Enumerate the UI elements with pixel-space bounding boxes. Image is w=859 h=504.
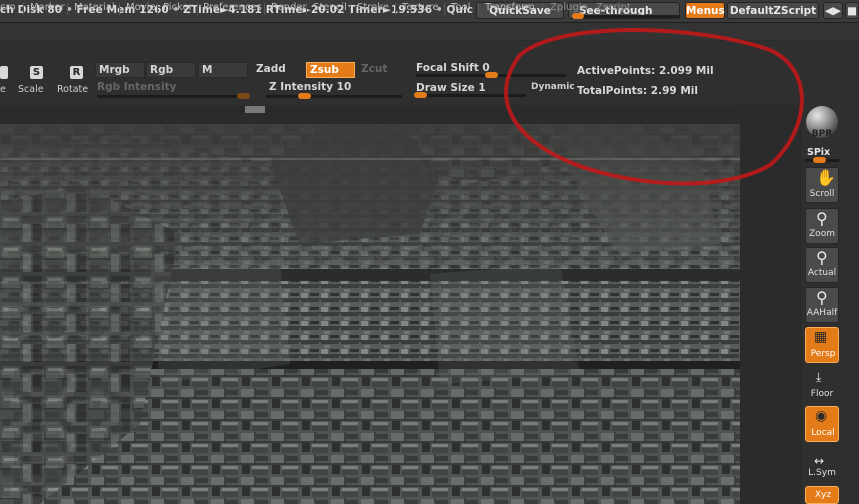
see-through-knob[interactable] (572, 13, 584, 19)
menu-divider (350, 3, 351, 15)
canvas-viewport[interactable] (0, 124, 740, 504)
m-toggle[interactable]: M (198, 62, 248, 78)
zoom-label: Zoom (809, 229, 835, 239)
local-pivot-icon: ◉ (815, 408, 828, 424)
total-points-readout: TotalPoints: 2.99 Mil (577, 85, 699, 97)
menu-divider (543, 3, 544, 15)
focal-shift-knob[interactable] (485, 72, 498, 78)
focal-shift-label: Focal Shift (416, 62, 479, 74)
zcut-toggle[interactable]: Zcut (361, 63, 387, 75)
rgb-intensity-slider[interactable]: Rgb Intensity (97, 81, 176, 93)
window-toggle-button[interactable]: ■ (845, 2, 859, 19)
menu-divider (67, 3, 68, 15)
menu-item-tool[interactable]: Tool (451, 2, 470, 13)
menu-divider (264, 3, 265, 15)
menu-item-preferences[interactable]: Preferences (203, 2, 262, 13)
menu-divider (157, 3, 158, 15)
perspective-grid-icon: ▦ (814, 329, 828, 345)
window-icon: ■ (847, 5, 857, 17)
menus-button[interactable]: Menus (685, 2, 725, 19)
scroll-label: Scroll (809, 189, 835, 199)
move-tool-icon[interactable] (0, 66, 8, 79)
menu-bar (0, 23, 859, 40)
aahalf-label: AAHalf (806, 308, 838, 318)
greeble-surface (0, 124, 740, 504)
menu-divider (306, 3, 307, 15)
xyz-label: Xyz (814, 490, 832, 500)
z-intensity-value: 10 (336, 81, 352, 93)
perspective-toggle[interactable]: ▦ Persp (805, 327, 839, 363)
rotate-tool-label: Rotate (57, 84, 89, 95)
default-zscript-button[interactable]: DefaultZScript (727, 2, 819, 19)
zsub-toggle[interactable]: Zsub (306, 62, 355, 78)
menu-divider (478, 3, 479, 15)
menu-divider (23, 3, 24, 15)
menu-item-picker[interactable]: Picker (163, 2, 193, 13)
menu-item-transform[interactable]: Transform (485, 2, 535, 13)
mrgb-toggle[interactable]: Mrgb (95, 62, 145, 78)
symmetry-arrows-icon: ↔ (814, 454, 825, 468)
magnifier-icon: ⚲ (816, 209, 828, 228)
persp-label: Persp (810, 349, 836, 359)
actual-label: Actual (807, 268, 837, 278)
rgb-toggle[interactable]: Rgb (146, 62, 196, 78)
menu-item-zplugin[interactable]: Zplugin (550, 2, 588, 13)
menu-divider (444, 3, 445, 15)
zadd-toggle[interactable]: Zadd (256, 63, 286, 75)
draw-size-track[interactable] (416, 94, 526, 97)
draw-size-value: 1 (478, 82, 486, 94)
menu-item-stroke[interactable]: Stroke (357, 2, 389, 13)
menu-item-texture[interactable]: Texture (402, 2, 439, 13)
menu-item-movie[interactable]: Movie (126, 2, 156, 13)
draw-size-knob[interactable] (414, 92, 427, 98)
menu-divider (197, 3, 198, 15)
scrollbar-thumb[interactable] (245, 106, 265, 113)
menu-item-macro[interactable]: cro (0, 2, 16, 13)
dynamic-toggle[interactable]: Dynamic (531, 82, 575, 92)
local-toggle[interactable]: ◉ Local (805, 406, 839, 442)
menu-item-material[interactable]: Material (74, 2, 115, 13)
lsym-label: L.Sym (808, 468, 836, 478)
z-intensity-label: Z Intensity (269, 81, 333, 93)
canvas-horizontal-scrollbar[interactable] (0, 105, 740, 114)
z-intensity-track[interactable] (266, 95, 402, 98)
bpr-label: BPR (811, 129, 833, 139)
layout-toggle-button[interactable]: ◀▶ (823, 2, 843, 19)
move-tool-label: e (0, 84, 6, 95)
rgb-intensity-knob[interactable] (237, 93, 250, 99)
scale-tool-icon[interactable]: S (30, 66, 43, 79)
floor-label: Floor (810, 389, 834, 399)
menu-item-render[interactable]: Render (271, 2, 307, 13)
local-label: Local (811, 428, 835, 438)
scale-tool-label: Scale (18, 84, 44, 95)
draw-size-slider[interactable]: Draw Size 1 (416, 82, 486, 94)
focal-shift-slider[interactable]: Focal Shift 0 (416, 62, 490, 74)
spix-knob[interactable] (813, 157, 826, 163)
hand-icon: ✋ (816, 168, 836, 187)
magnifier-icon: ⚲ (816, 288, 828, 307)
rotate-tool-icon[interactable]: R (70, 66, 83, 79)
active-points-readout: ActivePoints: 2.099 Mil (577, 65, 714, 77)
viewport-margin (740, 114, 802, 504)
z-intensity-knob[interactable] (298, 93, 311, 99)
floor-icon: ⤓ (816, 370, 822, 384)
z-intensity-slider[interactable]: Z Intensity 10 (269, 81, 351, 93)
magnifier-icon: ⚲ (816, 248, 828, 267)
menu-divider (119, 3, 120, 15)
rgb-intensity-track[interactable] (97, 95, 249, 98)
xyz-toggle[interactable]: Xyz (805, 486, 839, 504)
see-through-track[interactable] (576, 15, 680, 18)
menu-divider (395, 3, 396, 15)
menu-item-marker[interactable]: Marker (30, 2, 65, 13)
menu-item-stencil[interactable]: Stencil (313, 2, 347, 13)
menu-item-zscript[interactable]: Zscript (596, 2, 631, 13)
double-chevron-icon: ◀▶ (824, 5, 842, 17)
